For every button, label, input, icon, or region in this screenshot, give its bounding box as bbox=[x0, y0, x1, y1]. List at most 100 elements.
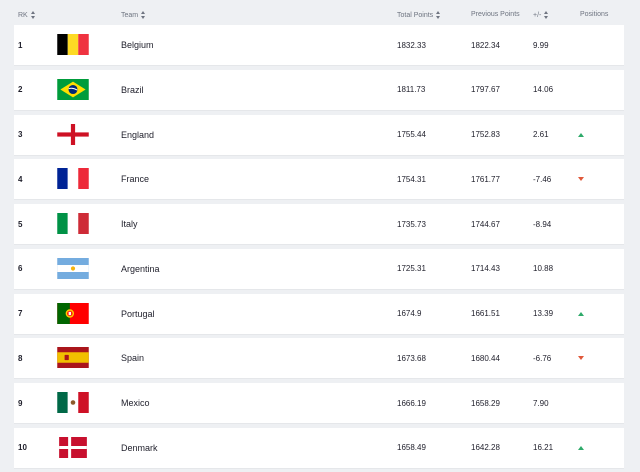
previous-points-header[interactable]: Previous Points bbox=[471, 11, 520, 18]
rank-cell: 7 bbox=[18, 309, 23, 318]
rank-cell: 4 bbox=[18, 174, 23, 184]
rank-cell: 9 bbox=[18, 398, 23, 408]
table-row[interactable]: 5 Italy 1735.73 1744.67 -8.94 bbox=[14, 204, 624, 245]
position-change-cell bbox=[577, 204, 585, 244]
points-diff-cell: 13.39 bbox=[533, 309, 554, 318]
position-change-cell bbox=[577, 159, 585, 199]
positions-header-label: Positions bbox=[580, 11, 609, 18]
team-header[interactable]: Team bbox=[121, 11, 146, 19]
total-points-header-label: Total Points bbox=[397, 11, 434, 19]
brazil-flag bbox=[57, 78, 89, 100]
team-name[interactable]: Argentina bbox=[121, 249, 160, 289]
total-points-cell: 1674.9 bbox=[397, 309, 422, 318]
sort-icon[interactable] bbox=[544, 11, 549, 19]
rank-header[interactable]: RK bbox=[18, 11, 36, 19]
france-flag bbox=[57, 168, 89, 190]
arrow-up-icon bbox=[578, 132, 584, 137]
denmark-flag bbox=[57, 436, 89, 458]
england-flag bbox=[57, 123, 89, 145]
arrow-up-icon bbox=[578, 311, 584, 316]
rank-cell: 1 bbox=[18, 40, 23, 50]
sort-icon[interactable] bbox=[436, 11, 441, 19]
rank-cell: 2 bbox=[18, 85, 23, 95]
points-diff-cell: 2.61 bbox=[533, 130, 549, 139]
total-points-cell: 1811.73 bbox=[397, 85, 426, 95]
points-diff-cell: -7.46 bbox=[533, 174, 552, 184]
total-points-header[interactable]: Total Points bbox=[397, 11, 441, 19]
team-name[interactable]: England bbox=[121, 115, 154, 155]
previous-points-cell: 1658.29 bbox=[471, 398, 500, 408]
rank-cell: 3 bbox=[18, 130, 23, 139]
diff-header[interactable]: +/- bbox=[533, 11, 549, 19]
mexico-flag bbox=[57, 392, 89, 413]
previous-points-cell: 1680.44 bbox=[471, 353, 500, 363]
previous-points-header-label: Previous Points bbox=[471, 11, 520, 18]
ranking-table: RK Team Total Points Previous Points +/-… bbox=[0, 0, 640, 472]
previous-points-cell: 1744.67 bbox=[471, 219, 500, 229]
position-change-cell bbox=[577, 115, 585, 155]
previous-points-cell: 1797.67 bbox=[471, 85, 500, 95]
team-name[interactable]: Portugal bbox=[121, 294, 155, 334]
points-diff-cell: 14.06 bbox=[533, 85, 554, 95]
belgium-flag bbox=[57, 34, 89, 55]
points-diff-cell: -8.94 bbox=[533, 219, 552, 229]
total-points-cell: 1832.33 bbox=[397, 40, 426, 50]
rank-cell: 6 bbox=[18, 264, 23, 274]
team-header-label: Team bbox=[121, 11, 139, 19]
position-change-cell bbox=[577, 25, 585, 65]
position-change-cell bbox=[577, 294, 585, 334]
positions-header: Positions bbox=[580, 11, 608, 18]
total-points-cell: 1725.31 bbox=[397, 264, 426, 274]
previous-points-cell: 1661.51 bbox=[471, 309, 500, 318]
total-points-cell: 1666.19 bbox=[397, 398, 426, 408]
previous-points-cell: 1822.34 bbox=[471, 40, 500, 50]
points-diff-cell: -6.76 bbox=[533, 353, 552, 363]
table-row[interactable]: 9 Mexico 1666.19 1658.29 7.90 bbox=[14, 383, 624, 424]
rank-cell: 8 bbox=[18, 353, 23, 363]
total-points-cell: 1755.44 bbox=[397, 130, 426, 139]
rank-header-label: RK bbox=[18, 11, 28, 19]
total-points-cell: 1754.31 bbox=[397, 174, 426, 184]
team-name[interactable]: France bbox=[121, 159, 149, 199]
spain-flag bbox=[57, 347, 89, 369]
team-name[interactable]: Belgium bbox=[121, 25, 154, 65]
previous-points-cell: 1714.43 bbox=[471, 264, 500, 274]
total-points-cell: 1735.73 bbox=[397, 219, 426, 229]
table-row[interactable]: 10 Denmark 1658.49 1642.28 16.21 bbox=[14, 427, 624, 469]
team-name[interactable]: Spain bbox=[121, 338, 144, 378]
table-row[interactable]: 8 Spain 1673.68 1680.44 -6.76 bbox=[14, 338, 624, 380]
position-change-cell bbox=[577, 70, 585, 110]
position-change-cell bbox=[577, 428, 585, 468]
table-row[interactable]: 4 France 1754.31 1761.77 -7.46 bbox=[14, 159, 624, 201]
points-diff-cell: 10.88 bbox=[533, 264, 554, 274]
table-row[interactable]: 2 Brazil 1811.73 1797.67 14.06 bbox=[14, 69, 624, 111]
arrow-down-icon bbox=[578, 356, 584, 361]
table-row[interactable]: 7 Portugal 1674.9 1661.51 13.39 bbox=[14, 293, 624, 335]
table-header: RK Team Total Points Previous Points +/-… bbox=[0, 0, 640, 28]
total-points-cell: 1658.49 bbox=[397, 443, 426, 453]
rank-cell: 10 bbox=[18, 443, 27, 453]
previous-points-cell: 1642.28 bbox=[471, 443, 500, 453]
previous-points-cell: 1761.77 bbox=[471, 174, 500, 184]
table-row[interactable]: 3 England 1755.44 1752.83 2.61 bbox=[14, 114, 624, 156]
position-change-cell bbox=[577, 383, 585, 423]
italy-flag bbox=[57, 213, 89, 234]
argentina-flag bbox=[57, 257, 89, 279]
sort-icon[interactable] bbox=[141, 11, 146, 19]
team-name[interactable]: Denmark bbox=[121, 428, 158, 468]
table-row[interactable]: 1 Belgium 1832.33 1822.34 9.99 bbox=[14, 25, 624, 66]
team-name[interactable]: Brazil bbox=[121, 70, 144, 110]
points-diff-cell: 16.21 bbox=[533, 443, 554, 453]
portugal-flag bbox=[57, 302, 89, 324]
team-name[interactable]: Italy bbox=[121, 204, 138, 244]
arrow-down-icon bbox=[578, 177, 584, 182]
points-diff-cell: 7.90 bbox=[533, 398, 549, 408]
team-name[interactable]: Mexico bbox=[121, 383, 150, 423]
diff-header-label: +/- bbox=[533, 11, 542, 19]
position-change-cell bbox=[577, 249, 585, 289]
previous-points-cell: 1752.83 bbox=[471, 130, 500, 139]
rank-cell: 5 bbox=[18, 219, 23, 229]
points-diff-cell: 9.99 bbox=[533, 40, 549, 50]
table-row[interactable]: 6 Argentina 1725.31 1714.43 10.88 bbox=[14, 248, 624, 290]
sort-icon[interactable] bbox=[30, 11, 36, 19]
